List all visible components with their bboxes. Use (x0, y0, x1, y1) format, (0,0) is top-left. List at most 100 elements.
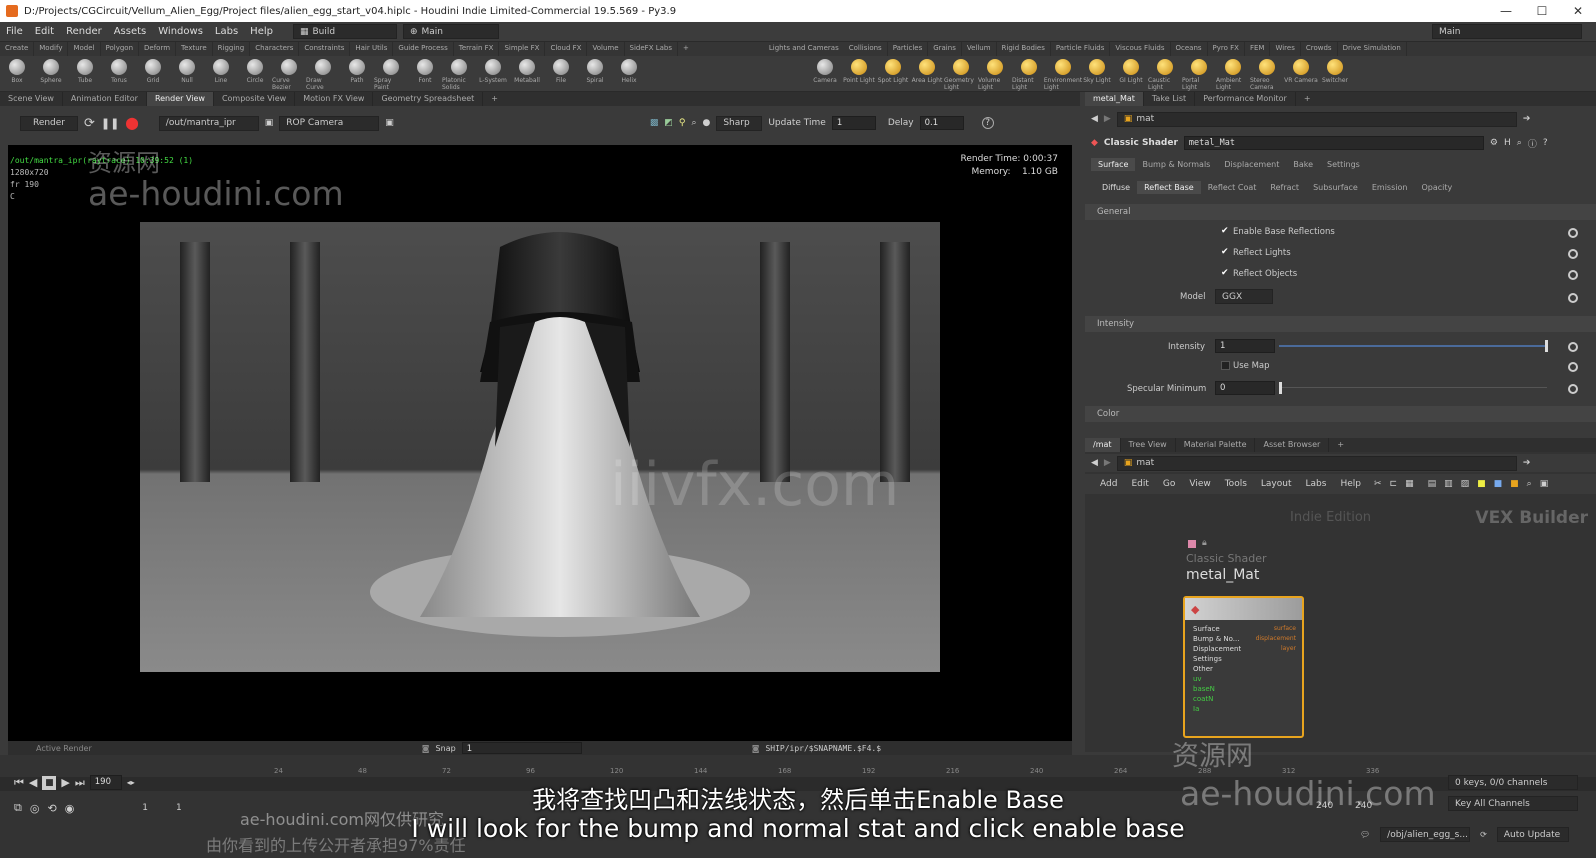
tab-reflect-base[interactable]: Reflect Base (1137, 181, 1201, 194)
node-input-bump[interactable]: Bump & No... displacement (1185, 634, 1302, 644)
shelf-tab[interactable]: Collisions (844, 42, 888, 56)
search-icon[interactable]: ⌕ (1517, 138, 1522, 148)
menu-render[interactable]: Render (60, 26, 108, 37)
intensity-field[interactable]: 1 (1215, 339, 1275, 353)
add-shelf-tab-button[interactable]: + (678, 42, 694, 56)
camera-snap-icon[interactable]: ◙ (422, 744, 430, 753)
shelf-tool-stereo-camera[interactable]: Stereo Camera (1250, 56, 1284, 91)
shelf-tool-volume-light[interactable]: Volume Light (978, 56, 1012, 91)
tab-diffuse[interactable]: Diffuse (1095, 181, 1137, 194)
rop-select[interactable]: /out/mantra_ipr (158, 115, 259, 131)
net-menu-add[interactable]: Add (1093, 479, 1124, 489)
shelf-tool-spray-paint[interactable]: Spray Paint (374, 56, 408, 91)
use-map-checkbox[interactable] (1221, 361, 1230, 370)
net-menu-edit[interactable]: Edit (1124, 479, 1155, 489)
shelf-tool-font[interactable]: Font (408, 56, 442, 91)
help-icon[interactable]: ? (1543, 138, 1548, 148)
rop-settings-icon[interactable]: ▣ (265, 118, 274, 128)
shelf-tool-point-light[interactable]: Point Light (842, 56, 876, 91)
intensity-slider-handle[interactable] (1545, 340, 1548, 352)
desk-build-select[interactable]: ▦ Build (292, 24, 397, 39)
shelf-tool-helix[interactable]: Helix (612, 56, 646, 91)
shelf-tool-box[interactable]: Box (0, 56, 34, 91)
shelf-tool-line[interactable]: Line (204, 56, 238, 91)
shelf-tool-ambient-light[interactable]: Ambient Light (1216, 56, 1250, 91)
node-input-ia[interactable]: Ia (1185, 704, 1302, 714)
tab-subsurface[interactable]: Subsurface (1306, 181, 1365, 194)
node-output-label[interactable]: layer (1281, 644, 1296, 654)
shelf-tool-geometry-light[interactable]: Geometry Light (944, 56, 978, 91)
shelf-tab[interactable]: Oceans (1171, 42, 1208, 56)
tab-tree-view[interactable]: Tree View (1121, 438, 1176, 452)
node-input-surface[interactable]: Surface surface (1185, 624, 1302, 634)
tab-displacement[interactable]: Displacement (1217, 158, 1286, 171)
image-icon[interactable]: ▨ (1461, 479, 1470, 489)
ship-path[interactable]: SHIP/ipr/$SNAPNAME.$F4.$ (765, 744, 881, 753)
shelf-tab[interactable]: FEM (1245, 42, 1271, 56)
tab-material-palette[interactable]: Material Palette (1176, 438, 1256, 452)
shelf-tool-curve-bezier[interactable]: Curve Bezier (272, 56, 306, 91)
refresh-icon[interactable]: ⟳ (84, 116, 95, 131)
snapshot-icon[interactable]: ▣ (385, 118, 394, 128)
shelf-tab[interactable]: Vellum (962, 42, 997, 56)
menu-file[interactable]: File (0, 26, 29, 37)
delay-field[interactable]: 0.1 (919, 116, 964, 130)
search-icon[interactable]: ⌕ (1527, 479, 1532, 489)
sticky-note-icon[interactable]: ■ (1477, 479, 1486, 489)
net-menu-view[interactable]: View (1182, 479, 1217, 489)
zoom-icon[interactable]: ⌕ (691, 118, 696, 128)
shelf-tool-grid[interactable]: Grid (136, 56, 170, 91)
desk-main-right-select[interactable]: Main (1432, 24, 1582, 39)
shelf-tab[interactable]: Rigging (213, 42, 251, 56)
shelf-tab[interactable]: Pyro FX (1208, 42, 1245, 56)
net-path-field[interactable]: ▣ mat (1116, 455, 1517, 471)
classic-shader-node[interactable]: ◆ Surface surface Bump & No... displacemen… (1183, 596, 1304, 738)
menu-labs[interactable]: Labs (209, 26, 244, 37)
list-icon[interactable]: ▤ (1428, 479, 1437, 489)
tree-icon[interactable]: ⊏ (1390, 479, 1398, 489)
section-color[interactable]: Color (1085, 406, 1596, 422)
tab-asset-browser[interactable]: Asset Browser (1255, 438, 1330, 452)
shelf-tool-vr-camera[interactable]: VR Camera (1284, 56, 1318, 91)
region-icon[interactable]: ▩ (650, 118, 659, 128)
shelf-tab[interactable]: Characters (250, 42, 300, 56)
shelf-tool-l-system[interactable]: L-System (476, 56, 510, 91)
add-tab-button[interactable]: + (483, 92, 506, 106)
close-button[interactable]: ✕ (1560, 0, 1596, 22)
stop-render-icon[interactable]: ⬤ (125, 116, 138, 130)
shelf-tab[interactable]: Wires (1270, 42, 1301, 56)
shelf-tab[interactable]: Crowds (1301, 42, 1338, 56)
preview-icon[interactable]: ◩ (664, 118, 673, 128)
network-box-icon[interactable]: ■ (1494, 479, 1503, 489)
tab-opacity[interactable]: Opacity (1414, 181, 1459, 194)
reflect-objects-checkbox[interactable]: ✔ (1221, 269, 1230, 278)
tab-geometry-spreadsheet[interactable]: Geometry Spreadsheet (373, 92, 484, 106)
sharp-select[interactable]: Sharp (716, 115, 763, 131)
intensity-slider[interactable] (1279, 345, 1547, 347)
menu-help[interactable]: Help (244, 26, 279, 37)
wrench-icon[interactable]: ✂ (1374, 479, 1382, 489)
shelf-tab[interactable]: Constraints (299, 42, 351, 56)
shelf-tool-caustic-light[interactable]: Caustic Light (1148, 56, 1182, 91)
model-select[interactable]: GGX (1215, 289, 1273, 304)
shelf-tool-spiral[interactable]: Spiral (578, 56, 612, 91)
tab-performance-monitor[interactable]: Performance Monitor (1195, 92, 1296, 106)
shelf-tool-path[interactable]: Path (340, 56, 374, 91)
shelf-tool-metaball[interactable]: Metaball (510, 56, 544, 91)
lock-icon[interactable]: 🔒︎ (1202, 538, 1207, 548)
tab-refract[interactable]: Refract (1263, 181, 1306, 194)
param-gear-icon[interactable] (1568, 342, 1578, 352)
tab-emission[interactable]: Emission (1365, 181, 1415, 194)
node-output-label[interactable]: surface (1274, 624, 1296, 634)
param-gear-icon[interactable] (1568, 270, 1578, 280)
network-editor[interactable]: ◀ ▶ ▣ mat ➔ Add Edit Go View Tools Layout… (1085, 452, 1596, 752)
add-tab-button[interactable]: + (1329, 438, 1352, 452)
tab-composite-view[interactable]: Composite View (214, 92, 296, 106)
net-menu-go[interactable]: Go (1156, 479, 1182, 489)
node-input-uv[interactable]: uv (1185, 674, 1302, 684)
shelf-tool-torus[interactable]: Torus (102, 56, 136, 91)
update-time-field[interactable]: 1 (831, 116, 876, 130)
shelf-tool-sky-light[interactable]: Sky Light (1080, 56, 1114, 91)
param-gear-icon[interactable] (1568, 249, 1578, 259)
specular-minimum-field[interactable]: 0 (1215, 381, 1275, 395)
